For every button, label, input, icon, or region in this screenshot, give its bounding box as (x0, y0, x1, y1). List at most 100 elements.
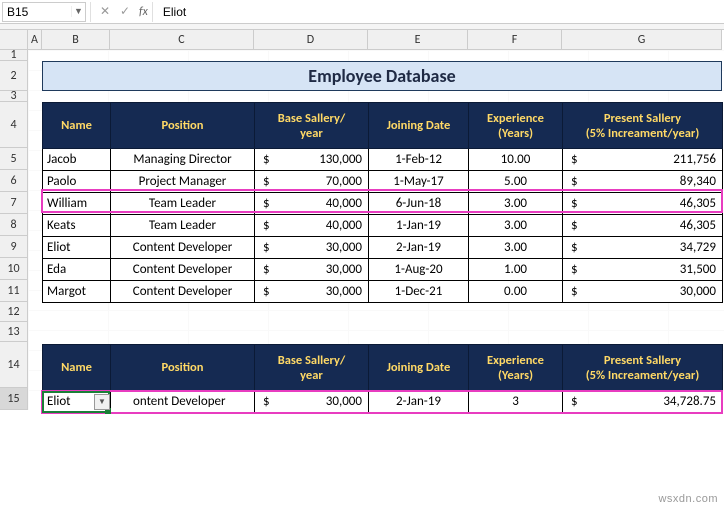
row-headers: 1 2 3 4 5 6 7 8 9 10 11 12 13 14 15 (0, 50, 28, 410)
col-header-E[interactable]: E (368, 30, 468, 50)
cells-area[interactable]: Employee Database Name Position Base Sal… (28, 50, 724, 410)
cell-present[interactable]: $34,729 (563, 237, 723, 259)
row-header-2[interactable]: 2 (0, 61, 28, 91)
cell-joining[interactable]: 2-Jan-19 (369, 237, 469, 259)
formula-input[interactable] (157, 5, 724, 19)
cell-exp[interactable]: 1.00 (469, 259, 563, 281)
row-header-8[interactable]: 8 (0, 214, 28, 236)
cell-salary[interactable]: $70,000 (255, 171, 369, 193)
cell-name[interactable]: Paolo (43, 171, 111, 193)
cell-joining[interactable]: 6-Jun-18 (369, 193, 469, 215)
formula-bar: ▼ ✕ ✓ fx (0, 0, 724, 24)
col-header-F[interactable]: F (468, 30, 562, 50)
cell-salary[interactable]: $40,000 (255, 193, 369, 215)
cell-name[interactable]: Jacob (43, 149, 111, 171)
cell-present[interactable]: $30,000 (563, 281, 723, 303)
cell-name[interactable]: Eliot (43, 237, 111, 259)
cell-name[interactable]: Margot (43, 281, 111, 303)
name-box-input[interactable] (3, 5, 71, 19)
row-header-11[interactable]: 11 (0, 280, 28, 302)
cell-exp[interactable]: 10.00 (469, 149, 563, 171)
cell-present[interactable]: $211,756 (563, 149, 723, 171)
th-present: Present Sallery(5% Increament/year) (563, 345, 723, 391)
cell-position[interactable]: Content Developer (111, 259, 255, 281)
cell-joining[interactable]: 1-Feb-12 (369, 149, 469, 171)
lookup-cell-joining[interactable]: 2-Jan-19 (369, 391, 469, 413)
th-joining: Joining Date (369, 103, 469, 149)
row-header-10[interactable]: 10 (0, 258, 28, 280)
cell-position[interactable]: Content Developer (111, 281, 255, 303)
table-header-row: Name Position Base Sallery/year Joining … (43, 345, 723, 391)
cell-exp[interactable]: 0.00 (469, 281, 563, 303)
th-present: Present Sallery(5% Increament/year) (563, 103, 723, 149)
col-header-G[interactable]: G (562, 30, 722, 50)
row-header-9[interactable]: 9 (0, 236, 28, 258)
dropdown-icon[interactable]: ▼ (94, 394, 110, 410)
cell-position[interactable]: Team Leader (111, 193, 255, 215)
cell-position[interactable]: Content Developer (111, 237, 255, 259)
table-row[interactable]: WilliamTeam Leader$40,0006-Jun-183.00$46… (43, 193, 723, 215)
col-header-C[interactable]: C (110, 30, 254, 50)
lookup-cell-position[interactable]: ontent Developer (111, 391, 255, 413)
cell-salary[interactable]: $30,000 (255, 259, 369, 281)
row-header-7[interactable]: 7 (0, 192, 28, 214)
th-exp: Experience(Years) (469, 345, 563, 391)
cell-joining[interactable]: 1-May-17 (369, 171, 469, 193)
lookup-cell-exp[interactable]: 3 (469, 391, 563, 413)
row-header-1[interactable]: 1 (0, 50, 28, 61)
table-row[interactable]: EliotContent Developer$30,0002-Jan-193.0… (43, 237, 723, 259)
cell-present[interactable]: $46,305 (563, 215, 723, 237)
col-header-D[interactable]: D (254, 30, 368, 50)
name-box[interactable]: ▼ (2, 2, 86, 22)
table-row[interactable]: MargotContent Developer$30,0001-Dec-210.… (43, 281, 723, 303)
row-header-3[interactable]: 3 (0, 91, 28, 102)
cell-name[interactable]: William (43, 193, 111, 215)
col-header-A[interactable]: A (28, 30, 42, 50)
table-row[interactable]: KeatsTeam Leader$40,0001-Jan-193.00$46,3… (43, 215, 723, 237)
cell-exp[interactable]: 3.00 (469, 193, 563, 215)
row-header-4[interactable]: 4 (0, 102, 28, 148)
select-all-corner[interactable] (0, 30, 28, 50)
table-row[interactable]: Eliot ontent Developer $30,000 2-Jan-19 … (43, 391, 723, 413)
watermark: wsxdn.com (658, 493, 718, 505)
cell-joining[interactable]: 1-Dec-21 (369, 281, 469, 303)
cell-position[interactable]: Project Manager (111, 171, 255, 193)
table-row[interactable]: PaoloProject Manager$70,0001-May-175.00$… (43, 171, 723, 193)
lookup-cell-salary[interactable]: $30,000 (255, 391, 369, 413)
row-header-12[interactable]: 12 (0, 302, 28, 322)
lookup-table: Name Position Base Sallery/year Joining … (42, 344, 723, 413)
row-header-15[interactable]: 15 (0, 388, 28, 410)
th-joining: Joining Date (369, 345, 469, 391)
cell-exp[interactable]: 3.00 (469, 215, 563, 237)
cell-salary[interactable]: $30,000 (255, 237, 369, 259)
fx-icon[interactable]: fx (139, 5, 148, 19)
cell-salary[interactable]: $130,000 (255, 149, 369, 171)
row-header-5[interactable]: 5 (0, 148, 28, 170)
cell-exp[interactable]: 5.00 (469, 171, 563, 193)
col-header-B[interactable]: B (42, 30, 110, 50)
separator (152, 2, 153, 22)
cell-present[interactable]: $31,500 (563, 259, 723, 281)
table-row[interactable]: EdaContent Developer$30,0001-Aug-201.00$… (43, 259, 723, 281)
table-header-row: Name Position Base Sallery/year Joining … (43, 103, 723, 149)
row-header-6[interactable]: 6 (0, 170, 28, 192)
cell-exp[interactable]: 3.00 (469, 237, 563, 259)
separator (90, 2, 91, 22)
cell-present[interactable]: $46,305 (563, 193, 723, 215)
cell-salary[interactable]: $30,000 (255, 281, 369, 303)
cell-name[interactable]: Eda (43, 259, 111, 281)
cell-joining[interactable]: 1-Aug-20 (369, 259, 469, 281)
cell-position[interactable]: Team Leader (111, 215, 255, 237)
cell-position[interactable]: Managing Director (111, 149, 255, 171)
th-name: Name (43, 103, 111, 149)
cell-name[interactable]: Keats (43, 215, 111, 237)
lookup-cell-present[interactable]: $34,728.75 (563, 391, 723, 413)
cell-present[interactable]: $89,340 (563, 171, 723, 193)
th-position: Position (111, 103, 255, 149)
row-header-13[interactable]: 13 (0, 322, 28, 342)
table-row[interactable]: JacobManaging Director$130,0001-Feb-1210… (43, 149, 723, 171)
cell-joining[interactable]: 1-Jan-19 (369, 215, 469, 237)
cell-salary[interactable]: $40,000 (255, 215, 369, 237)
name-box-dropdown-icon[interactable]: ▼ (71, 6, 85, 17)
row-header-14[interactable]: 14 (0, 342, 28, 388)
